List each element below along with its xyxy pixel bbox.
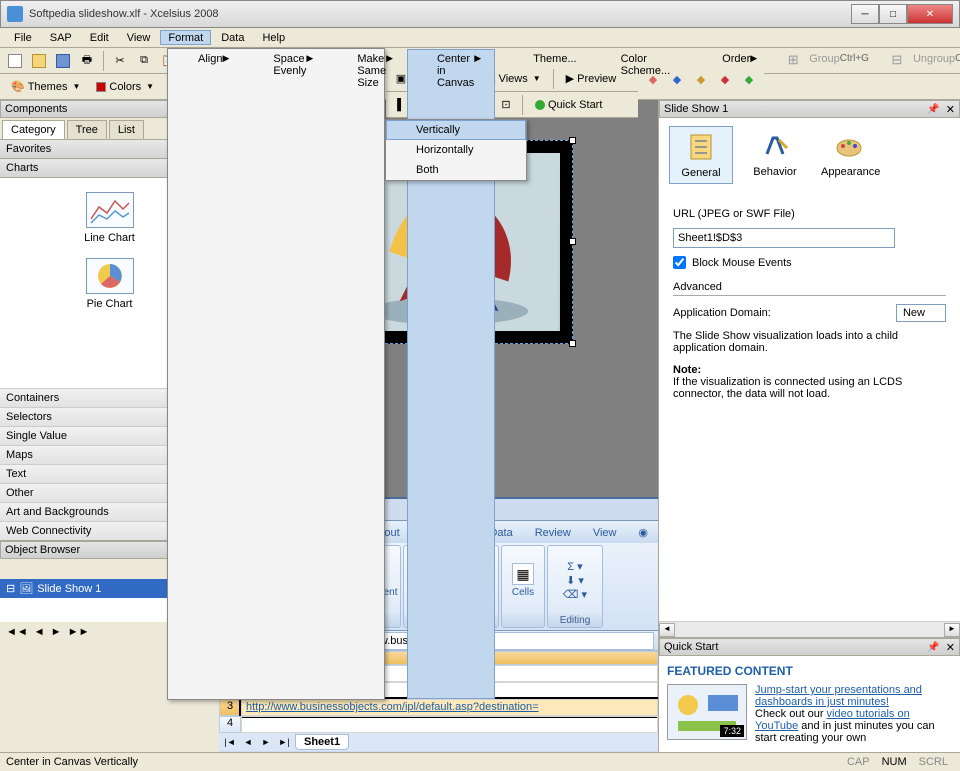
nav-last-icon[interactable]: ►► <box>68 626 90 638</box>
themes-dropdown[interactable]: 🎨 Themes▼ <box>4 76 87 98</box>
components-title: Components <box>5 103 67 115</box>
cell-d4[interactable] <box>241 716 658 733</box>
center-in-canvas-submenu: Vertically Horizontally Both <box>385 119 527 181</box>
object-browser-title: Object Browser <box>5 544 80 556</box>
scrl-indicator: SCRL <box>913 756 954 768</box>
close-button[interactable]: ✕ <box>907 4 953 24</box>
center-horizontally[interactable]: Horizontally <box>386 140 526 160</box>
ungroup-icon: ⊟ <box>889 52 905 68</box>
sheet-nav-prev[interactable]: ◄ <box>241 737 255 747</box>
menu-view[interactable]: View <box>119 30 159 45</box>
format-align[interactable]: Align▶ <box>168 49 243 699</box>
sheet-nav-next[interactable]: ► <box>259 737 273 747</box>
menu-sap[interactable]: SAP <box>42 30 80 45</box>
center-vertically[interactable]: Vertically <box>386 120 526 140</box>
format-space-evenly[interactable]: Space Evenly▶ <box>243 49 327 699</box>
maximize-button[interactable]: □ <box>879 4 907 24</box>
menu-help[interactable]: Help <box>254 30 293 45</box>
app-icon <box>7 6 23 22</box>
center-both[interactable]: Both <box>386 160 526 180</box>
row-header-4[interactable]: 4 <box>219 716 241 733</box>
window-title: Softpedia slideshow.xlf - Xcelsius 2008 <box>29 8 851 20</box>
tab-tree[interactable]: Tree <box>67 120 107 139</box>
format-order[interactable]: Order▶ <box>692 49 771 699</box>
line-chart-icon <box>86 192 134 228</box>
tab-list[interactable]: List <box>109 120 144 139</box>
menu-format[interactable]: Format <box>160 30 211 45</box>
menu-file[interactable]: File <box>6 30 40 45</box>
format-ungroup[interactable]: ⊟UngroupCtrl+Shift+G <box>883 49 960 699</box>
new-button[interactable] <box>4 50 26 72</box>
pie-chart-icon <box>86 258 134 294</box>
object-item-label: Slide Show 1 <box>37 583 101 595</box>
nav-next-icon[interactable]: ► <box>51 626 62 638</box>
minimize-button[interactable]: ─ <box>851 4 879 24</box>
copy-button[interactable]: ⧉ <box>133 50 155 72</box>
title-bar: Softpedia slideshow.xlf - Xcelsius 2008 … <box>0 0 960 28</box>
tree-toggle-icon[interactable]: ⊟ <box>6 582 15 595</box>
row-header-3[interactable]: 3 <box>219 699 241 716</box>
colors-dropdown[interactable]: Colors▼ <box>89 76 161 98</box>
qs-line2a: Check out our <box>755 708 827 720</box>
print-button[interactable]: 🖶 <box>76 50 98 72</box>
nav-prev-icon[interactable]: ◄ <box>34 626 45 638</box>
group-icon: ⊞ <box>785 52 801 68</box>
open-button[interactable] <box>28 50 50 72</box>
sheet-nav-first[interactable]: |◄ <box>223 737 237 747</box>
status-bar: Center in Canvas Vertically CAP NUM SCRL <box>0 752 960 771</box>
cap-indicator: CAP <box>841 756 876 768</box>
sheet-nav-last[interactable]: ►| <box>277 737 291 747</box>
menu-data[interactable]: Data <box>213 30 252 45</box>
video-duration: 7:32 <box>720 725 744 737</box>
save-button[interactable] <box>52 50 74 72</box>
format-menu-dropdown: Align▶ Space Evenly▶ Make Same Size▶ Cen… <box>167 48 385 700</box>
num-indicator: NUM <box>876 756 913 768</box>
menu-edit[interactable]: Edit <box>82 30 117 45</box>
format-color-scheme[interactable]: Color Scheme... <box>591 49 685 699</box>
cut-button[interactable]: ✂ <box>109 50 131 72</box>
cell-d3[interactable]: http://www.businessobjects.com/ipl/defau… <box>241 699 658 716</box>
status-text: Center in Canvas Vertically <box>6 756 138 768</box>
nav-first-icon[interactable]: ◄◄ <box>6 626 28 638</box>
menu-bar: File SAP Edit View Format Data Help <box>0 28 960 48</box>
sheet-tab-1[interactable]: Sheet1 <box>295 734 349 750</box>
slide-show-icon: 🖼 <box>19 582 33 595</box>
tab-category[interactable]: Category <box>2 120 65 139</box>
format-group[interactable]: ⊞GroupCtrl+G <box>779 49 883 699</box>
